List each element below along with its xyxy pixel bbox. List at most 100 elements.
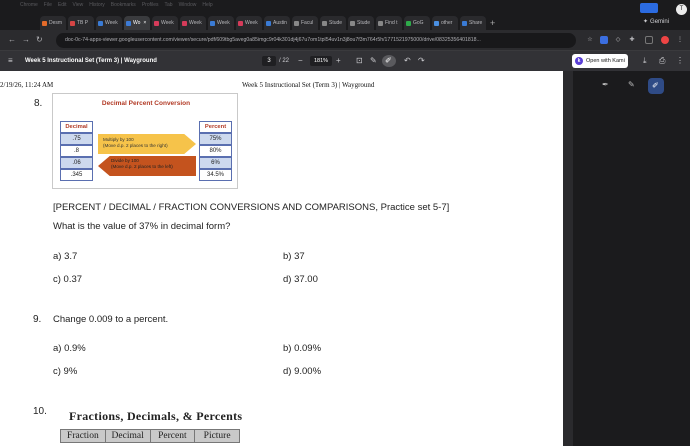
forward-icon[interactable]: →: [22, 35, 30, 45]
side-panel-icon[interactable]: [645, 36, 653, 44]
q9-choice-b[interactable]: b) 0.09%: [283, 343, 321, 354]
tab-favicon-icon: [70, 20, 75, 26]
page-number-input[interactable]: 3: [262, 56, 276, 66]
tab-favicon-icon: [350, 20, 355, 26]
pdf-page: 2/19/26, 11:24 AM Week 5 Instructional S…: [0, 71, 563, 446]
q8-choice-c[interactable]: c) 0.37: [53, 274, 82, 285]
menu-item[interactable]: Tab: [165, 2, 173, 9]
draw-icon: ✐: [385, 56, 392, 65]
bookmark-star-icon[interactable]: ☆: [586, 36, 594, 44]
tab-label: Stude: [357, 20, 371, 26]
browser-tab[interactable]: Week: [180, 16, 206, 30]
browser-tab[interactable]: Facul: [292, 16, 318, 30]
page-total: / 22: [279, 58, 290, 64]
question-8-text: What is the value of 37% in decimal form…: [53, 221, 231, 232]
profile-icon[interactable]: [661, 36, 669, 44]
menu-item[interactable]: Help: [202, 2, 212, 9]
menu-item[interactable]: Chrome: [20, 2, 38, 9]
figure-title: Decimal Percent Conversion: [101, 100, 191, 107]
tab-label: Share: [469, 20, 483, 26]
close-tab-icon[interactable]: ×: [143, 20, 146, 26]
percent-cell: 80%: [199, 145, 232, 157]
tab-favicon-icon: [154, 20, 159, 26]
q10-column-header: Picture: [203, 431, 231, 441]
q9-choice-a[interactable]: a) 0.9%: [53, 343, 86, 354]
gemini-button[interactable]: [640, 3, 658, 13]
annotate-icon[interactable]: ✎: [370, 56, 377, 66]
tab-favicon-icon: [294, 20, 299, 26]
tab-favicon-icon: [98, 20, 103, 26]
undo-icon[interactable]: ↶: [404, 56, 411, 66]
browser-tab[interactable]: Week: [96, 16, 122, 30]
tab-label: Week: [245, 20, 258, 26]
gemini-tab[interactable]: ✦ Gemini: [643, 18, 669, 26]
chrome-menu-icon[interactable]: ⋮: [676, 36, 684, 44]
redo-icon[interactable]: ↷: [418, 56, 425, 66]
divide-note: (Move d.p. 2 places to the left): [111, 164, 173, 169]
highlighter-icon[interactable]: ✒: [602, 80, 609, 90]
pen-icon[interactable]: ✎: [628, 80, 635, 90]
menu-item[interactable]: Window: [179, 2, 197, 9]
download-icon[interactable]: ⤓: [643, 56, 647, 66]
reload-icon[interactable]: ↻: [36, 35, 43, 45]
address-bar-row: ← → ↻ doc-0c-74-apps-viewer.googleuserco…: [0, 30, 690, 51]
menu-item[interactable]: Profiles: [142, 2, 159, 9]
tab-favicon-icon: [378, 20, 383, 26]
browser-tab[interactable]: Find t: [376, 16, 402, 30]
q8-choice-d[interactable]: d) 37.00: [283, 274, 318, 285]
browser-tab[interactable]: Stude: [320, 16, 346, 30]
browser-tab[interactable]: GoG: [404, 16, 430, 30]
scrollbar-gutter[interactable]: [563, 71, 573, 446]
tab-label: Week: [161, 20, 174, 26]
new-tab-button[interactable]: +: [490, 16, 495, 30]
open-with-kami-button[interactable]: k Open with Kami: [572, 54, 628, 68]
multiply-note: (Move d.p. 2 places to the right): [103, 143, 168, 148]
browser-tab[interactable]: Week: [208, 16, 234, 30]
menu-item[interactable]: History: [89, 2, 105, 9]
q10-column-header: Fraction: [61, 430, 106, 442]
fit-page-icon[interactable]: ⊡: [356, 56, 363, 66]
browser-tab[interactable]: Share: [460, 16, 486, 30]
back-icon[interactable]: ←: [8, 35, 16, 45]
decimal-cell: .8: [60, 145, 93, 157]
tab-label: TB P: [77, 20, 89, 26]
browser-tab[interactable]: Week: [236, 16, 262, 30]
q8-choice-a[interactable]: a) 3.7: [53, 251, 77, 262]
browser-tab[interactable]: other: [432, 16, 458, 30]
zoom-level-input[interactable]: 181%: [310, 56, 332, 66]
print-icon[interactable]: ⎙: [659, 56, 665, 66]
question-8-number: 8.: [34, 98, 43, 109]
extension-icon-blue[interactable]: [600, 36, 608, 44]
menu-item[interactable]: Bookmarks: [111, 2, 136, 9]
q9-choice-c[interactable]: c) 9%: [53, 366, 77, 377]
tab-favicon-icon: [434, 20, 439, 26]
url-input[interactable]: doc-0c-74-apps-viewer.googleusercontent.…: [56, 33, 576, 48]
browser-tab[interactable]: Stude: [348, 16, 374, 30]
zoom-in-button[interactable]: +: [336, 56, 341, 66]
browser-tab[interactable]: Desm: [40, 16, 66, 30]
more-options-icon[interactable]: ⋮: [676, 56, 684, 66]
extension-icon[interactable]: ◇: [614, 36, 622, 44]
menu-item[interactable]: Edit: [58, 2, 67, 9]
browser-tab[interactable]: Week: [152, 16, 178, 30]
percent-header: Percent: [199, 121, 232, 133]
zoom-out-button[interactable]: −: [298, 56, 303, 66]
q10-column-header: Percent: [151, 430, 196, 442]
q8-choice-b[interactable]: b) 37: [283, 251, 305, 262]
question-10-number: 10.: [33, 406, 47, 417]
browser-tab[interactable]: Austin: [264, 16, 290, 30]
profile-avatar[interactable]: T: [676, 4, 687, 15]
menu-item[interactable]: File: [44, 2, 52, 9]
tab-label: Desm: [49, 20, 63, 26]
tab-favicon-icon: [266, 20, 271, 26]
browser-tab[interactable]: Wo ×: [124, 16, 150, 30]
menu-icon[interactable]: ≡: [8, 56, 13, 66]
q9-choice-d[interactable]: d) 9.00%: [283, 366, 321, 377]
extensions-puzzle-icon[interactable]: ✚: [628, 36, 636, 44]
decimal-percent-figure: Decimal Percent Conversion Decimal Perce…: [52, 93, 238, 189]
menu-item[interactable]: View: [72, 2, 83, 9]
browser-tab[interactable]: TB P: [68, 16, 94, 30]
tab-favicon-icon: [182, 20, 187, 26]
print-date: 2/19/26, 11:24 AM: [0, 81, 54, 89]
mac-menu-bar: Chrome File Edit View History Bookmarks Profil…: [20, 2, 213, 9]
